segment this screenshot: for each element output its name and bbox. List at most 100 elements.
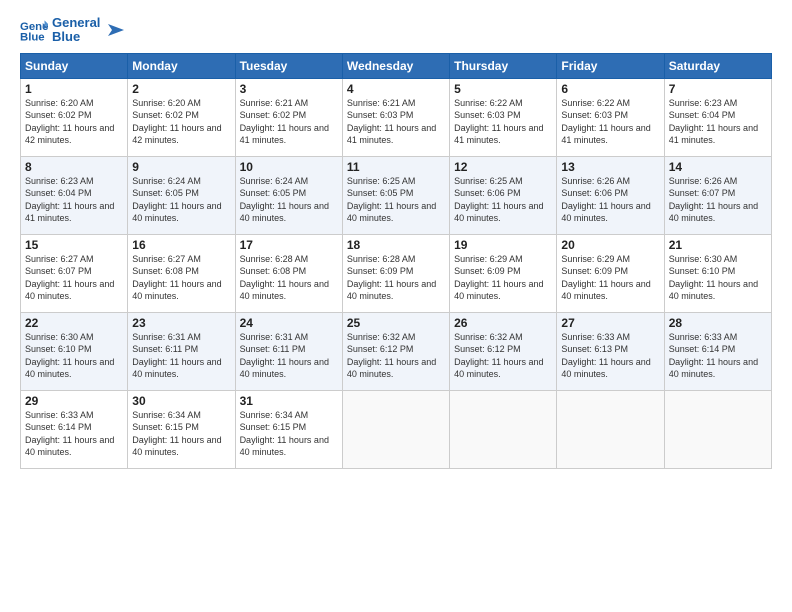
day-info: Sunrise: 6:25 AMSunset: 6:06 PMDaylight:… [454, 176, 543, 224]
logo-general: General [52, 16, 100, 30]
calendar-week-row: 22 Sunrise: 6:30 AMSunset: 6:10 PMDaylig… [21, 312, 772, 390]
calendar-cell [450, 390, 557, 468]
day-number: 14 [669, 160, 767, 174]
calendar-cell: 5 Sunrise: 6:22 AMSunset: 6:03 PMDayligh… [450, 78, 557, 156]
calendar-week-row: 15 Sunrise: 6:27 AMSunset: 6:07 PMDaylig… [21, 234, 772, 312]
day-number: 21 [669, 238, 767, 252]
day-number: 24 [240, 316, 338, 330]
day-number: 19 [454, 238, 552, 252]
day-info: Sunrise: 6:34 AMSunset: 6:15 PMDaylight:… [240, 410, 329, 458]
day-info: Sunrise: 6:21 AMSunset: 6:02 PMDaylight:… [240, 98, 329, 146]
calendar-cell: 7 Sunrise: 6:23 AMSunset: 6:04 PMDayligh… [664, 78, 771, 156]
day-info: Sunrise: 6:22 AMSunset: 6:03 PMDaylight:… [561, 98, 650, 146]
header: General Blue General Blue [20, 16, 772, 45]
calendar-cell: 27 Sunrise: 6:33 AMSunset: 6:13 PMDaylig… [557, 312, 664, 390]
weekday-header: Friday [557, 53, 664, 78]
page: General Blue General Blue SundayMondayTu… [0, 0, 792, 612]
day-info: Sunrise: 6:26 AMSunset: 6:07 PMDaylight:… [669, 176, 758, 224]
day-number: 12 [454, 160, 552, 174]
weekday-header: Tuesday [235, 53, 342, 78]
svg-text:Blue: Blue [20, 32, 45, 44]
day-info: Sunrise: 6:27 AMSunset: 6:08 PMDaylight:… [132, 254, 221, 302]
day-number: 22 [25, 316, 123, 330]
day-info: Sunrise: 6:33 AMSunset: 6:13 PMDaylight:… [561, 332, 650, 380]
day-info: Sunrise: 6:30 AMSunset: 6:10 PMDaylight:… [669, 254, 758, 302]
calendar-cell: 25 Sunrise: 6:32 AMSunset: 6:12 PMDaylig… [342, 312, 449, 390]
day-number: 4 [347, 82, 445, 96]
weekday-header: Saturday [664, 53, 771, 78]
day-number: 5 [454, 82, 552, 96]
day-number: 26 [454, 316, 552, 330]
day-number: 13 [561, 160, 659, 174]
day-info: Sunrise: 6:23 AMSunset: 6:04 PMDaylight:… [669, 98, 758, 146]
day-number: 1 [25, 82, 123, 96]
day-info: Sunrise: 6:31 AMSunset: 6:11 PMDaylight:… [132, 332, 221, 380]
calendar-cell: 26 Sunrise: 6:32 AMSunset: 6:12 PMDaylig… [450, 312, 557, 390]
weekday-header-row: SundayMondayTuesdayWednesdayThursdayFrid… [21, 53, 772, 78]
day-number: 7 [669, 82, 767, 96]
day-number: 25 [347, 316, 445, 330]
logo-icon: General Blue [20, 16, 48, 44]
day-info: Sunrise: 6:31 AMSunset: 6:11 PMDaylight:… [240, 332, 329, 380]
day-info: Sunrise: 6:32 AMSunset: 6:12 PMDaylight:… [454, 332, 543, 380]
day-number: 15 [25, 238, 123, 252]
day-number: 29 [25, 394, 123, 408]
calendar-cell: 12 Sunrise: 6:25 AMSunset: 6:06 PMDaylig… [450, 156, 557, 234]
calendar-week-row: 29 Sunrise: 6:33 AMSunset: 6:14 PMDaylig… [21, 390, 772, 468]
calendar-cell: 24 Sunrise: 6:31 AMSunset: 6:11 PMDaylig… [235, 312, 342, 390]
day-info: Sunrise: 6:32 AMSunset: 6:12 PMDaylight:… [347, 332, 436, 380]
calendar-cell: 20 Sunrise: 6:29 AMSunset: 6:09 PMDaylig… [557, 234, 664, 312]
day-number: 9 [132, 160, 230, 174]
calendar-table: SundayMondayTuesdayWednesdayThursdayFrid… [20, 53, 772, 469]
calendar-cell: 30 Sunrise: 6:34 AMSunset: 6:15 PMDaylig… [128, 390, 235, 468]
day-info: Sunrise: 6:20 AMSunset: 6:02 PMDaylight:… [25, 98, 114, 146]
calendar-cell: 16 Sunrise: 6:27 AMSunset: 6:08 PMDaylig… [128, 234, 235, 312]
calendar-cell: 15 Sunrise: 6:27 AMSunset: 6:07 PMDaylig… [21, 234, 128, 312]
calendar-cell: 17 Sunrise: 6:28 AMSunset: 6:08 PMDaylig… [235, 234, 342, 312]
calendar-week-row: 1 Sunrise: 6:20 AMSunset: 6:02 PMDayligh… [21, 78, 772, 156]
day-number: 30 [132, 394, 230, 408]
day-number: 16 [132, 238, 230, 252]
day-number: 8 [25, 160, 123, 174]
weekday-header: Monday [128, 53, 235, 78]
logo-arrow-icon [104, 20, 124, 40]
day-info: Sunrise: 6:28 AMSunset: 6:09 PMDaylight:… [347, 254, 436, 302]
calendar-cell: 10 Sunrise: 6:24 AMSunset: 6:05 PMDaylig… [235, 156, 342, 234]
logo: General Blue General Blue [20, 16, 124, 45]
calendar-cell: 23 Sunrise: 6:31 AMSunset: 6:11 PMDaylig… [128, 312, 235, 390]
day-number: 27 [561, 316, 659, 330]
calendar-cell: 9 Sunrise: 6:24 AMSunset: 6:05 PMDayligh… [128, 156, 235, 234]
calendar-cell: 19 Sunrise: 6:29 AMSunset: 6:09 PMDaylig… [450, 234, 557, 312]
day-number: 17 [240, 238, 338, 252]
day-number: 28 [669, 316, 767, 330]
calendar-cell: 11 Sunrise: 6:25 AMSunset: 6:05 PMDaylig… [342, 156, 449, 234]
day-number: 18 [347, 238, 445, 252]
calendar-cell: 28 Sunrise: 6:33 AMSunset: 6:14 PMDaylig… [664, 312, 771, 390]
day-number: 20 [561, 238, 659, 252]
day-number: 11 [347, 160, 445, 174]
calendar-cell: 21 Sunrise: 6:30 AMSunset: 6:10 PMDaylig… [664, 234, 771, 312]
day-info: Sunrise: 6:20 AMSunset: 6:02 PMDaylight:… [132, 98, 221, 146]
day-info: Sunrise: 6:29 AMSunset: 6:09 PMDaylight:… [561, 254, 650, 302]
day-number: 31 [240, 394, 338, 408]
calendar-cell [557, 390, 664, 468]
calendar-cell: 18 Sunrise: 6:28 AMSunset: 6:09 PMDaylig… [342, 234, 449, 312]
weekday-header: Sunday [21, 53, 128, 78]
calendar-cell [664, 390, 771, 468]
day-number: 6 [561, 82, 659, 96]
day-info: Sunrise: 6:27 AMSunset: 6:07 PMDaylight:… [25, 254, 114, 302]
calendar-cell: 31 Sunrise: 6:34 AMSunset: 6:15 PMDaylig… [235, 390, 342, 468]
day-info: Sunrise: 6:33 AMSunset: 6:14 PMDaylight:… [25, 410, 114, 458]
day-info: Sunrise: 6:29 AMSunset: 6:09 PMDaylight:… [454, 254, 543, 302]
day-info: Sunrise: 6:24 AMSunset: 6:05 PMDaylight:… [132, 176, 221, 224]
day-info: Sunrise: 6:23 AMSunset: 6:04 PMDaylight:… [25, 176, 114, 224]
day-number: 10 [240, 160, 338, 174]
day-info: Sunrise: 6:21 AMSunset: 6:03 PMDaylight:… [347, 98, 436, 146]
day-info: Sunrise: 6:28 AMSunset: 6:08 PMDaylight:… [240, 254, 329, 302]
calendar-cell: 1 Sunrise: 6:20 AMSunset: 6:02 PMDayligh… [21, 78, 128, 156]
calendar-cell: 3 Sunrise: 6:21 AMSunset: 6:02 PMDayligh… [235, 78, 342, 156]
day-info: Sunrise: 6:22 AMSunset: 6:03 PMDaylight:… [454, 98, 543, 146]
day-info: Sunrise: 6:24 AMSunset: 6:05 PMDaylight:… [240, 176, 329, 224]
day-info: Sunrise: 6:34 AMSunset: 6:15 PMDaylight:… [132, 410, 221, 458]
calendar-cell: 29 Sunrise: 6:33 AMSunset: 6:14 PMDaylig… [21, 390, 128, 468]
